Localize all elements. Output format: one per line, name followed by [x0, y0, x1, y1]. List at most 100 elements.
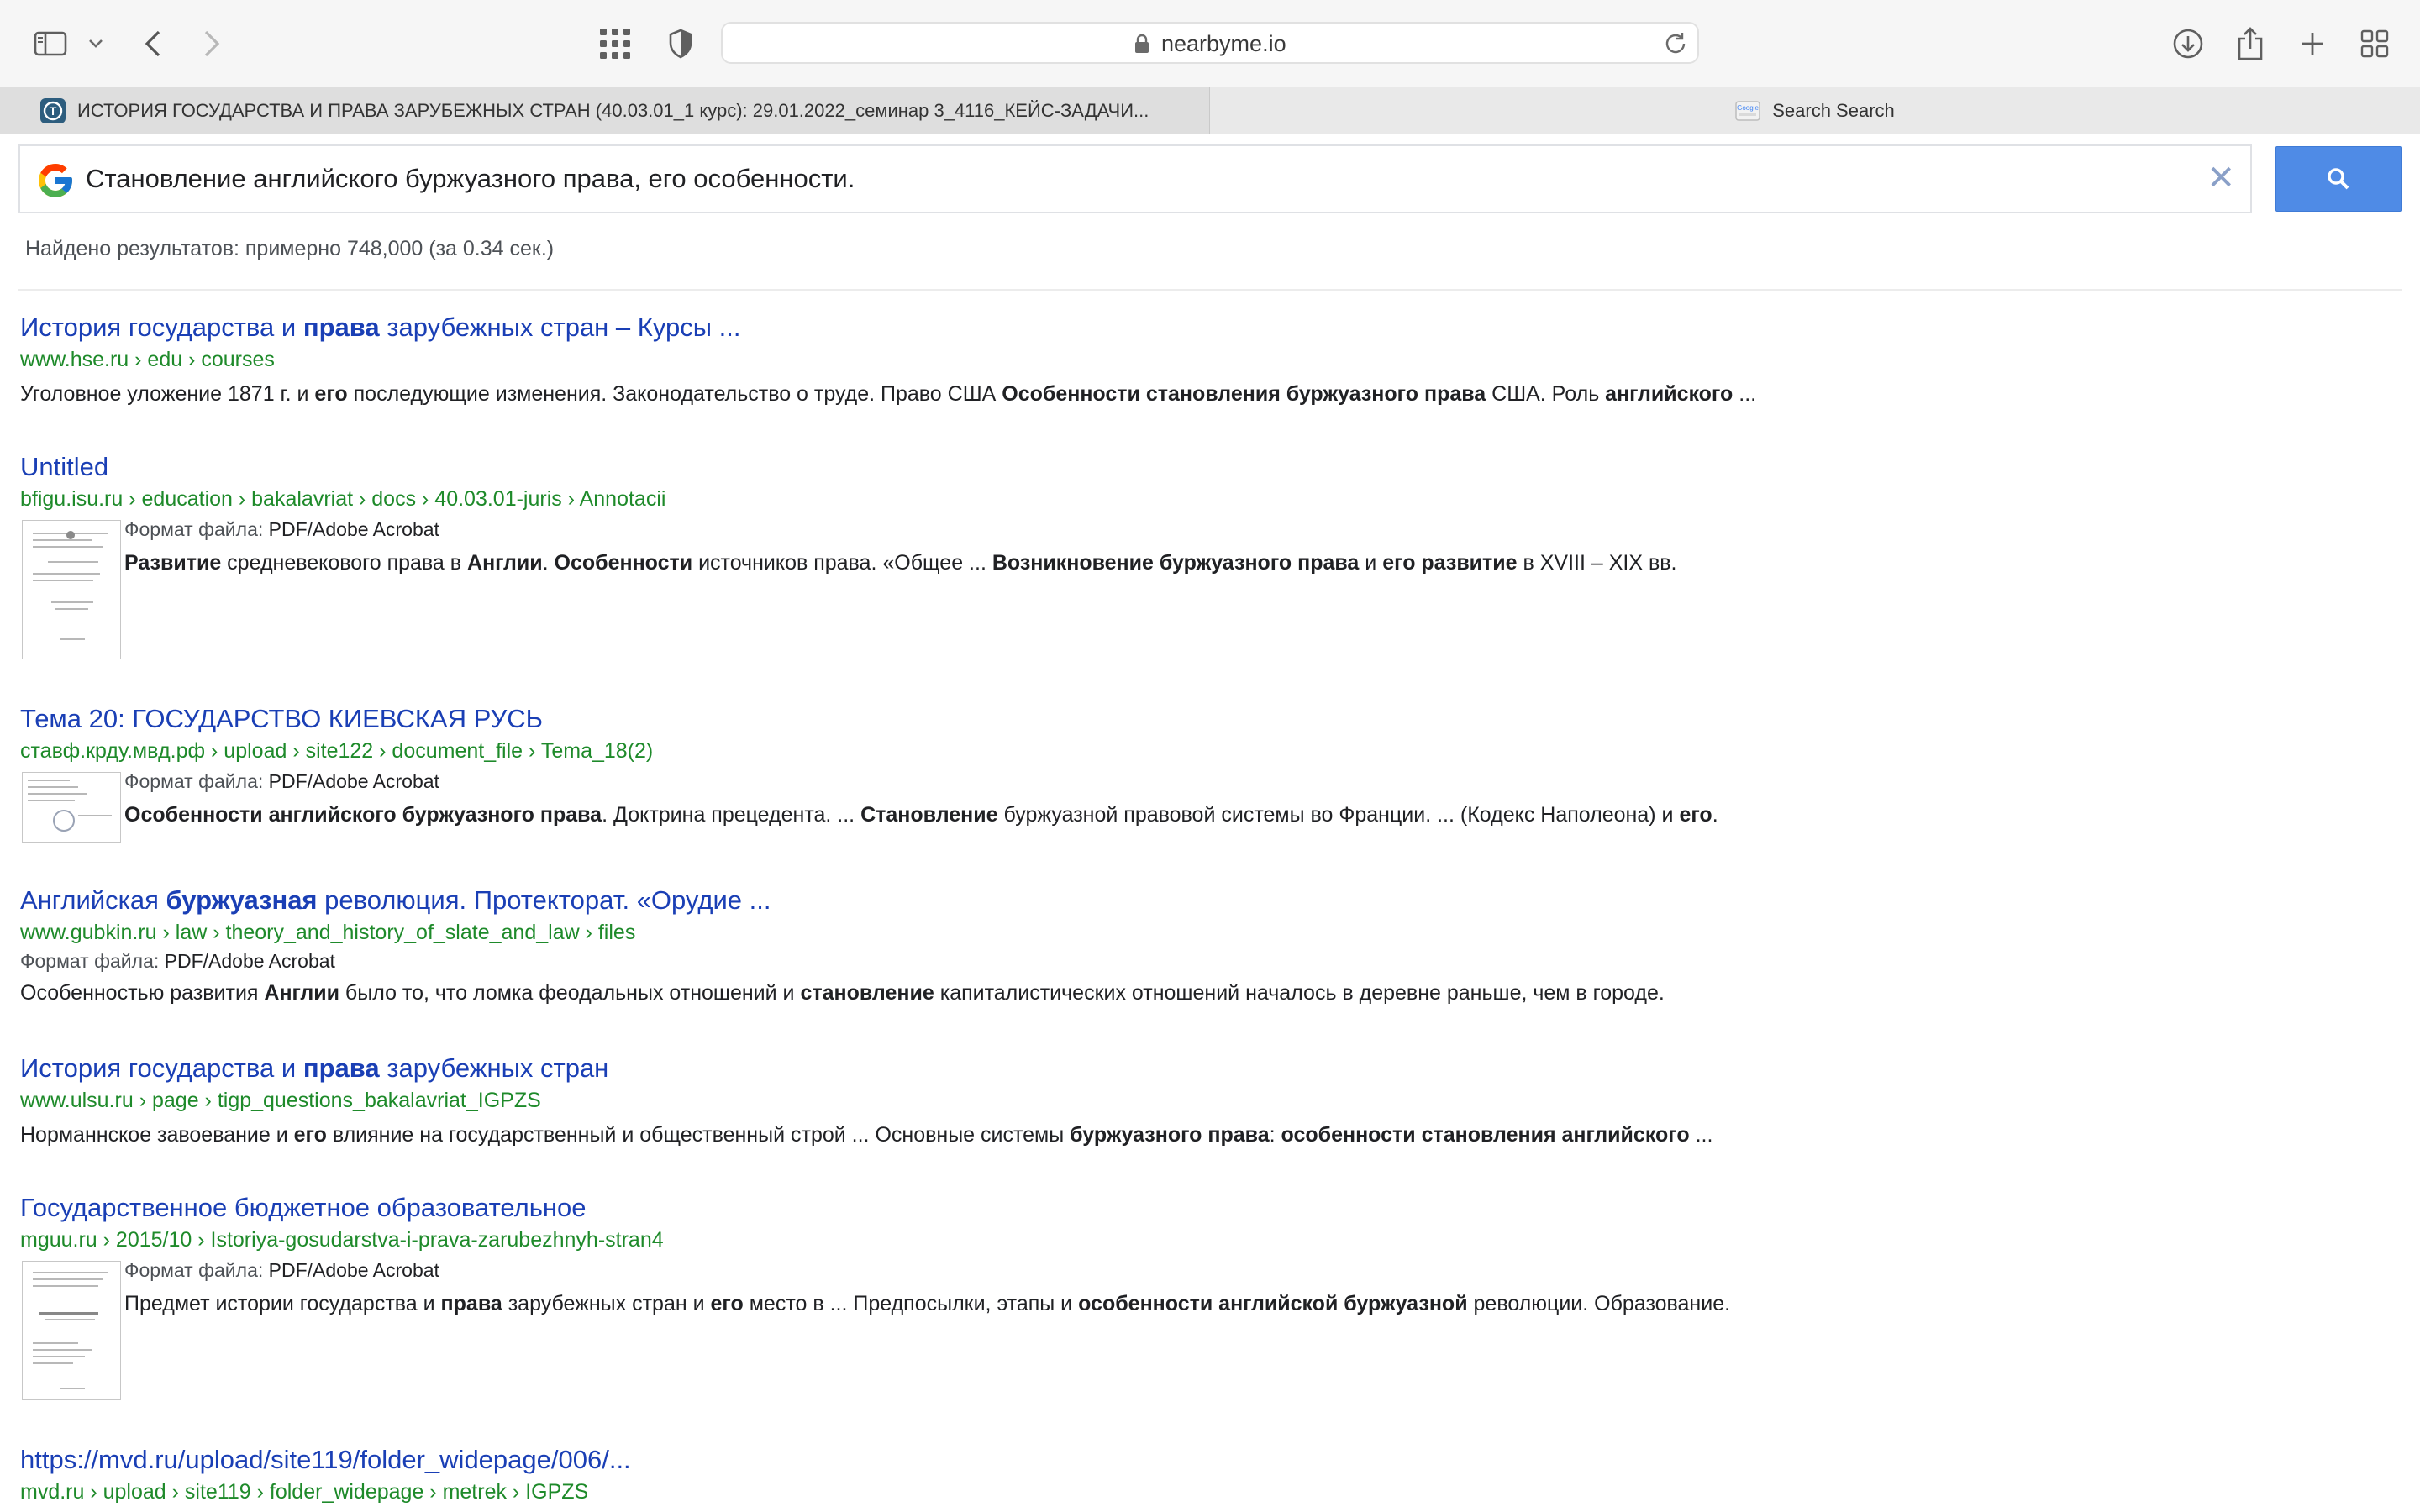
sidebar-icon: [34, 31, 67, 56]
result-stats: Найдено результатов: примерно 748,000 (з…: [25, 237, 555, 260]
file-format: Формат файла: PDF/Adobe Acrobat: [20, 950, 2398, 973]
tab-search[interactable]: Google Search Search: [1210, 87, 2420, 134]
tab-course[interactable]: Т ИСТОРИЯ ГОСУДАРСТВА И ПРАВА ЗАРУБЕЖНЫХ…: [0, 87, 1210, 134]
reload-icon[interactable]: [1664, 31, 1687, 55]
file-format-label: Формат файла:: [20, 950, 165, 972]
text-segment: место в ... Предпосылки, этапы и: [743, 1292, 1079, 1315]
svg-text:Google: Google: [1737, 104, 1759, 112]
pdf-thumbnail[interactable]: [22, 520, 121, 659]
back-icon: [145, 30, 160, 57]
tab-strip: Т ИСТОРИЯ ГОСУДАРСТВА И ПРАВА ЗАРУБЕЖНЫХ…: [0, 87, 2420, 134]
grid-icon: [600, 29, 630, 59]
text-segment: зарубежных стран – Курсы ...: [379, 312, 741, 342]
lock-icon: [1135, 34, 1149, 53]
forward-icon: [204, 30, 220, 57]
text-segment: влияние на государственный и общественны…: [326, 1123, 1071, 1147]
result-snippet: Предмет истории государства и права зару…: [124, 1292, 2398, 1316]
highlight-text: его: [710, 1292, 744, 1315]
search-button[interactable]: [2275, 146, 2402, 212]
text-segment: Норманнское завоевание и: [20, 1123, 294, 1147]
browser-toolbar: nearbyme.io: [0, 0, 2420, 87]
text-segment: .: [542, 551, 555, 575]
extensions-grid-button[interactable]: [590, 18, 640, 69]
forward-button[interactable]: [187, 18, 237, 69]
result-title-link[interactable]: Английская буржуазная революция. Протект…: [20, 885, 2398, 916]
sidebar-menu-button[interactable]: [71, 18, 121, 69]
tab-title: Search Search: [1772, 99, 1895, 121]
highlight-text: права: [302, 312, 380, 342]
close-icon: ✕: [2207, 160, 2235, 197]
google-logo-icon: [39, 164, 72, 197]
tab-overview-button[interactable]: [2349, 18, 2400, 69]
text-segment: зарубежных стран: [379, 1053, 609, 1083]
share-button[interactable]: [2225, 18, 2275, 69]
highlight-text: его развитие: [1382, 551, 1518, 575]
new-tab-button[interactable]: [2287, 18, 2338, 69]
result-snippet: Уголовное уложение 1871 г. и его последу…: [20, 382, 2398, 407]
result-title-link[interactable]: https://mvd.ru/upload/site119/folder_wid…: [20, 1445, 2398, 1475]
text-segment: Untitled: [20, 452, 109, 481]
clear-search-button[interactable]: ✕: [2207, 161, 2235, 195]
pdf-thumbnail[interactable]: [22, 1261, 121, 1400]
search-icon: [2328, 168, 2349, 190]
share-icon: [2238, 27, 2263, 60]
svg-text:Т: Т: [50, 104, 57, 118]
downloads-button[interactable]: [2163, 18, 2213, 69]
sidebar-toggle-button[interactable]: [25, 18, 76, 69]
search-result: История государства и права зарубежных с…: [20, 312, 2398, 407]
text-segment: История государства и: [20, 312, 303, 342]
highlight-text: буржуазная: [166, 885, 318, 915]
result-url: mguu.ru › 2015/10 › Istoriya-gosudarstva…: [20, 1228, 664, 1252]
search-result: Английская буржуазная революция. Протект…: [20, 885, 2398, 1005]
pdf-thumbnail[interactable]: [22, 772, 121, 843]
search-input[interactable]: [86, 158, 2170, 200]
result-title-link[interactable]: История государства и права зарубежных с…: [20, 1053, 2398, 1084]
text-segment: источников права. «Общее ...: [692, 551, 992, 575]
text-segment: Уголовное уложение 1871 г. и: [20, 382, 315, 406]
text-segment: :: [1269, 1123, 1281, 1147]
address-bar[interactable]: nearbyme.io: [721, 22, 1699, 64]
highlight-text: его: [293, 1123, 327, 1147]
tab-title: ИСТОРИЯ ГОСУДАРСТВА И ПРАВА ЗАРУБЕЖНЫХ С…: [77, 99, 1150, 121]
divider: [18, 289, 2402, 291]
text-segment: средневекового права в: [221, 551, 468, 575]
text-segment: и: [1359, 551, 1383, 575]
back-button[interactable]: [128, 18, 178, 69]
chevron-down-icon: [89, 39, 103, 48]
highlight-text: Возникновение буржуазного права: [992, 551, 1360, 575]
highlight-text: особенности становления английского: [1281, 1123, 1690, 1147]
download-icon: [2173, 29, 2203, 59]
result-body: Формат файла: PDF/Adobe Acrobat Предмет …: [20, 1259, 2398, 1400]
privacy-report-button[interactable]: [655, 18, 706, 69]
text-segment: ...: [1689, 1123, 1713, 1147]
file-format-value: PDF/Adobe Acrobat: [268, 1259, 439, 1281]
highlight-text: становление: [800, 981, 934, 1005]
result-title-link[interactable]: Тема 20: ГОСУДАРСТВО КИЕВСКАЯ РУСЬ: [20, 704, 2398, 734]
result-title-link[interactable]: История государства и права зарубежных с…: [20, 312, 2398, 343]
result-url: mvd.ru › upload › site119 › folder_widep…: [20, 1480, 589, 1504]
text-segment: капиталистических отношений началось в д…: [934, 981, 1665, 1005]
result-body: Формат файла: PDF/Adobe Acrobat Развитие…: [20, 518, 2398, 659]
highlight-text: Англии: [467, 551, 543, 575]
text-segment: . Доктрина прецедента. ...: [602, 803, 861, 827]
shield-icon: [669, 29, 692, 59]
text-segment: США. Роль: [1486, 382, 1606, 406]
search-result: https://mvd.ru/upload/site119/folder_wid…: [20, 1445, 2398, 1504]
highlight-text: Развитие: [124, 551, 222, 575]
text-segment: https://mvd.ru/upload/site119/folder_wid…: [20, 1445, 631, 1474]
result-title-link[interactable]: Untitled: [20, 452, 2398, 482]
result-title-link[interactable]: Государственное бюджетное образовательно…: [20, 1193, 2398, 1223]
highlight-text: Англии: [264, 981, 339, 1005]
file-format: Формат файла: PDF/Adobe Acrobat: [124, 518, 2398, 541]
text-segment: Предмет истории государства и: [124, 1292, 441, 1315]
result-url: www.hse.ru › edu › courses: [20, 348, 275, 371]
result-url: bfigu.isu.ru › education › bakalavriat ›…: [20, 487, 666, 511]
highlight-text: особенности английской буржуазной: [1078, 1292, 1468, 1315]
text-segment: буржуазной правовой системы во Франции. …: [997, 803, 1680, 827]
file-format-label: Формат файла:: [124, 518, 269, 540]
result-url: www.gubkin.ru › law › theory_and_history…: [20, 921, 636, 944]
search-favicon-icon: Google: [1735, 100, 1760, 121]
search-box[interactable]: ✕: [18, 144, 2252, 213]
highlight-text: его: [1679, 803, 1712, 827]
text-segment: революция. Протекторат. «Орудие ...: [317, 885, 771, 915]
